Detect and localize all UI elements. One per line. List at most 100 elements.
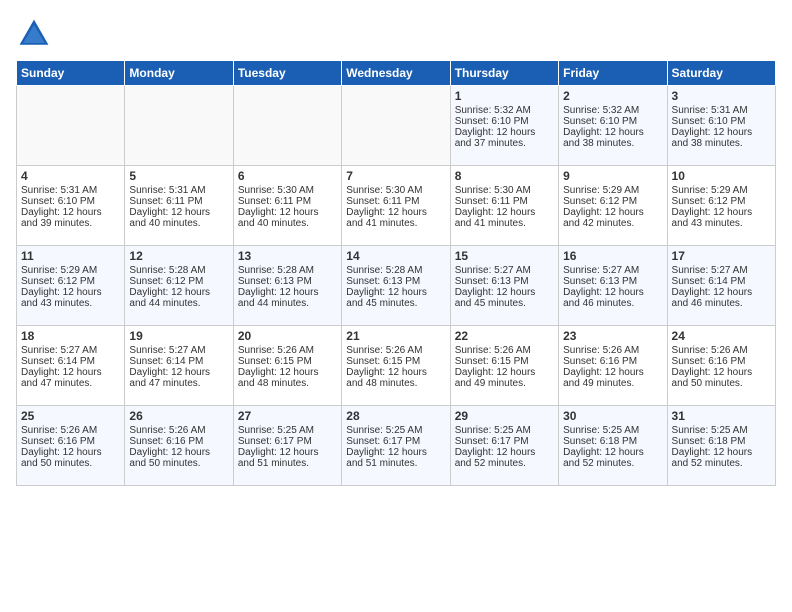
day-info: Daylight: 12 hours xyxy=(238,287,337,298)
day-info: Sunrise: 5:29 AM xyxy=(563,185,662,196)
day-info: Daylight: 12 hours xyxy=(563,127,662,138)
day-info: Daylight: 12 hours xyxy=(238,207,337,218)
day-number: 18 xyxy=(21,329,120,343)
weekday-header-saturday: Saturday xyxy=(667,61,775,86)
day-info: and 39 minutes. xyxy=(21,218,120,229)
day-info: Daylight: 12 hours xyxy=(346,447,445,458)
day-info: Sunset: 6:12 PM xyxy=(21,276,120,287)
calendar-week-row: 4Sunrise: 5:31 AMSunset: 6:10 PMDaylight… xyxy=(17,166,776,246)
day-number: 27 xyxy=(238,409,337,423)
day-info: Sunrise: 5:26 AM xyxy=(455,345,554,356)
calendar-cell: 28Sunrise: 5:25 AMSunset: 6:17 PMDayligh… xyxy=(342,406,450,486)
calendar-cell: 25Sunrise: 5:26 AMSunset: 6:16 PMDayligh… xyxy=(17,406,125,486)
day-info: Daylight: 12 hours xyxy=(672,367,771,378)
day-info: Daylight: 12 hours xyxy=(672,207,771,218)
day-info: and 52 minutes. xyxy=(455,458,554,469)
day-info: Sunrise: 5:32 AM xyxy=(563,105,662,116)
day-info: Daylight: 12 hours xyxy=(129,447,228,458)
weekday-header-tuesday: Tuesday xyxy=(233,61,341,86)
calendar-cell: 30Sunrise: 5:25 AMSunset: 6:18 PMDayligh… xyxy=(559,406,667,486)
day-info: Sunset: 6:10 PM xyxy=(563,116,662,127)
day-number: 15 xyxy=(455,249,554,263)
day-info: Sunrise: 5:25 AM xyxy=(563,425,662,436)
day-info: Sunrise: 5:27 AM xyxy=(455,265,554,276)
day-info: Sunset: 6:16 PM xyxy=(21,436,120,447)
day-info: and 46 minutes. xyxy=(563,298,662,309)
day-info: Sunrise: 5:26 AM xyxy=(672,345,771,356)
day-info: Daylight: 12 hours xyxy=(129,207,228,218)
day-number: 8 xyxy=(455,169,554,183)
day-info: and 40 minutes. xyxy=(238,218,337,229)
calendar-cell: 3Sunrise: 5:31 AMSunset: 6:10 PMDaylight… xyxy=(667,86,775,166)
calendar-cell xyxy=(342,86,450,166)
day-number: 12 xyxy=(129,249,228,263)
day-number: 24 xyxy=(672,329,771,343)
day-info: Sunset: 6:11 PM xyxy=(455,196,554,207)
calendar-cell: 18Sunrise: 5:27 AMSunset: 6:14 PMDayligh… xyxy=(17,326,125,406)
calendar-cell xyxy=(233,86,341,166)
day-info: Sunset: 6:18 PM xyxy=(672,436,771,447)
day-info: Daylight: 12 hours xyxy=(563,447,662,458)
day-number: 31 xyxy=(672,409,771,423)
calendar-week-row: 11Sunrise: 5:29 AMSunset: 6:12 PMDayligh… xyxy=(17,246,776,326)
day-info: Sunset: 6:11 PM xyxy=(238,196,337,207)
day-info: Sunset: 6:13 PM xyxy=(346,276,445,287)
calendar-header: SundayMondayTuesdayWednesdayThursdayFrid… xyxy=(17,61,776,86)
calendar-cell: 4Sunrise: 5:31 AMSunset: 6:10 PMDaylight… xyxy=(17,166,125,246)
day-info: Sunset: 6:17 PM xyxy=(455,436,554,447)
day-info: Sunrise: 5:25 AM xyxy=(238,425,337,436)
day-number: 3 xyxy=(672,89,771,103)
day-info: and 45 minutes. xyxy=(455,298,554,309)
day-info: and 42 minutes. xyxy=(563,218,662,229)
calendar-cell: 15Sunrise: 5:27 AMSunset: 6:13 PMDayligh… xyxy=(450,246,558,326)
day-info: Sunrise: 5:26 AM xyxy=(238,345,337,356)
logo-icon xyxy=(16,16,52,52)
calendar-cell: 31Sunrise: 5:25 AMSunset: 6:18 PMDayligh… xyxy=(667,406,775,486)
day-info: Sunrise: 5:26 AM xyxy=(129,425,228,436)
day-info: Sunset: 6:11 PM xyxy=(346,196,445,207)
weekday-header-sunday: Sunday xyxy=(17,61,125,86)
day-info: Sunset: 6:15 PM xyxy=(346,356,445,367)
day-info: Daylight: 12 hours xyxy=(455,447,554,458)
day-number: 1 xyxy=(455,89,554,103)
calendar-cell: 24Sunrise: 5:26 AMSunset: 6:16 PMDayligh… xyxy=(667,326,775,406)
day-number: 13 xyxy=(238,249,337,263)
day-number: 6 xyxy=(238,169,337,183)
day-number: 19 xyxy=(129,329,228,343)
day-info: Sunrise: 5:25 AM xyxy=(455,425,554,436)
calendar-cell: 5Sunrise: 5:31 AMSunset: 6:11 PMDaylight… xyxy=(125,166,233,246)
day-info: Sunrise: 5:30 AM xyxy=(238,185,337,196)
day-number: 21 xyxy=(346,329,445,343)
day-info: Daylight: 12 hours xyxy=(455,207,554,218)
day-info: Daylight: 12 hours xyxy=(563,367,662,378)
day-info: Sunrise: 5:31 AM xyxy=(672,105,771,116)
day-info: Daylight: 12 hours xyxy=(238,367,337,378)
calendar-cell: 21Sunrise: 5:26 AMSunset: 6:15 PMDayligh… xyxy=(342,326,450,406)
day-info: and 41 minutes. xyxy=(346,218,445,229)
day-info: Sunrise: 5:27 AM xyxy=(21,345,120,356)
calendar-cell: 26Sunrise: 5:26 AMSunset: 6:16 PMDayligh… xyxy=(125,406,233,486)
day-info: and 48 minutes. xyxy=(346,378,445,389)
day-info: Sunrise: 5:25 AM xyxy=(672,425,771,436)
day-number: 11 xyxy=(21,249,120,263)
day-info: and 49 minutes. xyxy=(563,378,662,389)
day-info: Daylight: 12 hours xyxy=(129,287,228,298)
day-info: Sunset: 6:17 PM xyxy=(346,436,445,447)
weekday-header-row: SundayMondayTuesdayWednesdayThursdayFrid… xyxy=(17,61,776,86)
calendar-cell: 12Sunrise: 5:28 AMSunset: 6:12 PMDayligh… xyxy=(125,246,233,326)
day-info: Sunset: 6:15 PM xyxy=(238,356,337,367)
day-number: 17 xyxy=(672,249,771,263)
day-number: 22 xyxy=(455,329,554,343)
day-info: Sunset: 6:13 PM xyxy=(563,276,662,287)
day-info: and 50 minutes. xyxy=(129,458,228,469)
day-info: and 43 minutes. xyxy=(21,298,120,309)
calendar-cell xyxy=(17,86,125,166)
day-info: Sunrise: 5:29 AM xyxy=(672,185,771,196)
day-info: Sunrise: 5:26 AM xyxy=(563,345,662,356)
day-info: Sunrise: 5:32 AM xyxy=(455,105,554,116)
calendar-cell: 8Sunrise: 5:30 AMSunset: 6:11 PMDaylight… xyxy=(450,166,558,246)
day-number: 5 xyxy=(129,169,228,183)
day-info: Sunrise: 5:28 AM xyxy=(346,265,445,276)
day-info: and 49 minutes. xyxy=(455,378,554,389)
calendar-cell: 14Sunrise: 5:28 AMSunset: 6:13 PMDayligh… xyxy=(342,246,450,326)
